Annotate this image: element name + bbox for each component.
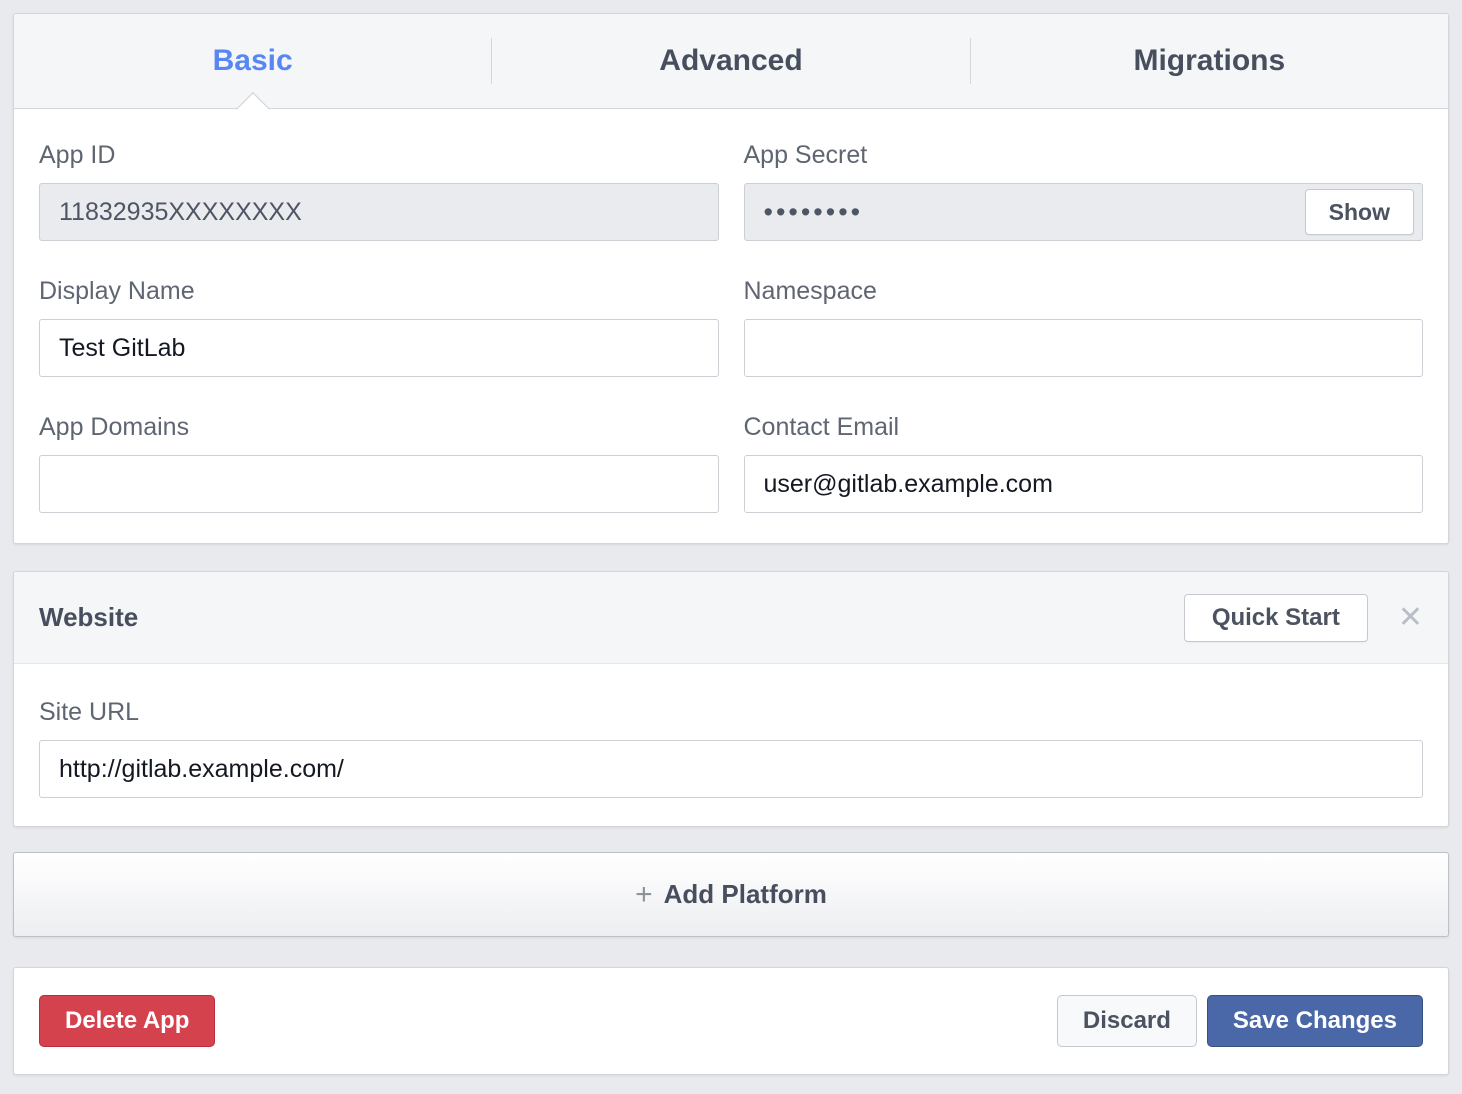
website-platform-card: Website Quick Start ✕ Site URL <box>13 571 1449 827</box>
display-name-label: Display Name <box>39 277 719 306</box>
discard-button[interactable]: Discard <box>1057 995 1197 1047</box>
tab-bar: Basic Advanced Migrations <box>14 14 1448 109</box>
tab-basic-label: Basic <box>213 44 293 78</box>
add-platform-label: Add Platform <box>664 879 827 910</box>
footer-right-group: Discard Save Changes <box>1057 995 1423 1047</box>
save-changes-button[interactable]: Save Changes <box>1207 995 1423 1047</box>
tab-migrations[interactable]: Migrations <box>971 14 1448 108</box>
tab-advanced-label: Advanced <box>659 44 802 78</box>
app-domains-label: App Domains <box>39 413 719 442</box>
display-name-input[interactable] <box>39 319 719 377</box>
site-url-label: Site URL <box>39 698 1423 727</box>
app-domains-input[interactable] <box>39 455 719 513</box>
basic-settings-card: Basic Advanced Migrations App ID App Sec… <box>13 13 1449 544</box>
basic-form: App ID App Secret Show Display Name Name… <box>14 109 1448 543</box>
delete-app-button[interactable]: Delete App <box>39 995 215 1047</box>
contact-email-label: Contact Email <box>744 413 1424 442</box>
app-id-field-group: App ID <box>39 141 719 241</box>
website-section-title: Website <box>39 602 1184 633</box>
app-secret-field-group: App Secret Show <box>744 141 1424 241</box>
namespace-label: Namespace <box>744 277 1424 306</box>
quick-start-button[interactable]: Quick Start <box>1184 594 1368 642</box>
namespace-field-group: Namespace <box>744 277 1424 377</box>
namespace-input[interactable] <box>744 319 1424 377</box>
display-name-field-group: Display Name <box>39 277 719 377</box>
plus-icon: + <box>635 880 653 910</box>
app-domains-field-group: App Domains <box>39 413 719 513</box>
app-id-input <box>39 183 719 241</box>
website-section-header: Website Quick Start ✕ <box>14 572 1448 664</box>
add-platform-button[interactable]: + Add Platform <box>13 852 1449 937</box>
site-url-input[interactable] <box>39 740 1423 798</box>
website-section-body: Site URL <box>14 664 1448 826</box>
app-settings-page: Basic Advanced Migrations App ID App Sec… <box>0 0 1462 1093</box>
tab-advanced[interactable]: Advanced <box>492 14 969 108</box>
show-secret-button[interactable]: Show <box>1305 189 1414 235</box>
contact-email-input[interactable] <box>744 455 1424 513</box>
tab-migrations-label: Migrations <box>1133 44 1285 78</box>
app-id-label: App ID <box>39 141 719 170</box>
app-secret-wrap: Show <box>744 183 1424 241</box>
footer-action-bar: Delete App Discard Save Changes <box>13 967 1449 1075</box>
close-icon[interactable]: ✕ <box>1398 603 1423 633</box>
app-secret-label: App Secret <box>744 141 1424 170</box>
contact-email-field-group: Contact Email <box>744 413 1424 513</box>
